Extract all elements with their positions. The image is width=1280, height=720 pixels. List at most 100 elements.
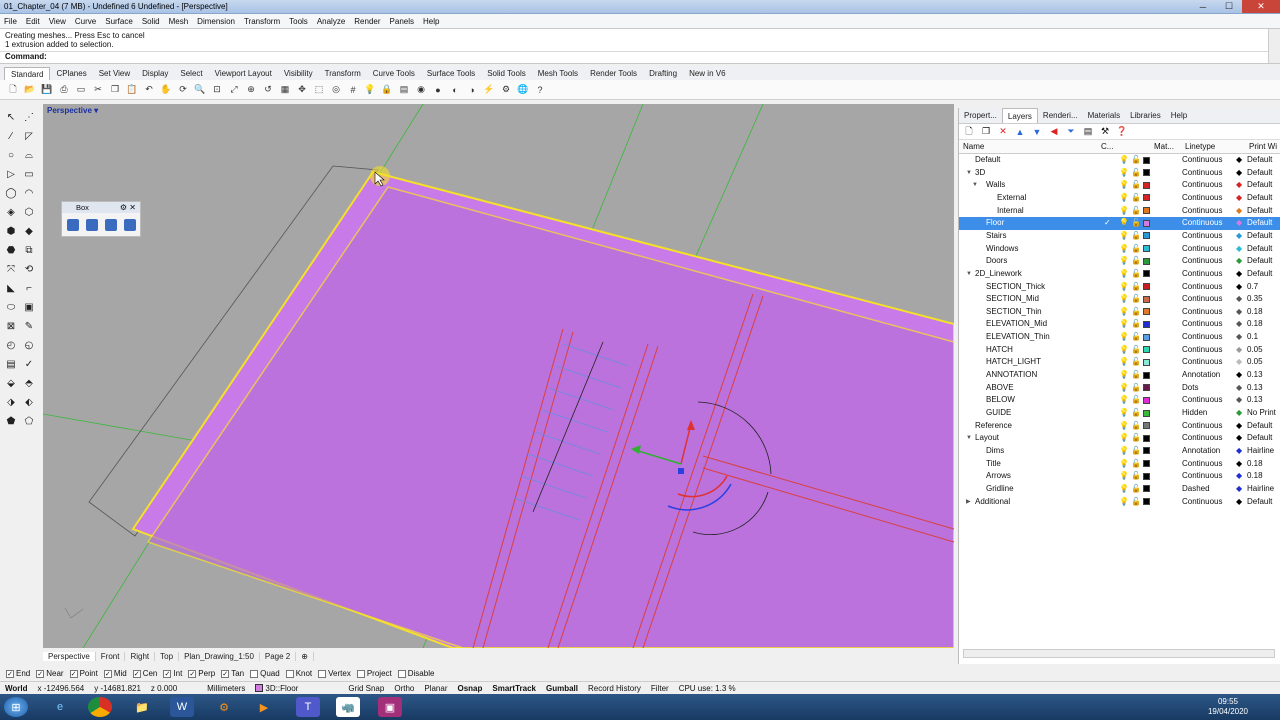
column-material[interactable]: Mat... (1154, 142, 1174, 151)
menu-item[interactable]: Dimension (197, 17, 235, 26)
bulb-icon[interactable]: 💡 (1119, 458, 1129, 471)
layer-print-width[interactable]: Default (1247, 432, 1272, 445)
unlock-icon[interactable]: 🔓 (1131, 356, 1141, 369)
print-color-icon[interactable]: ◆ (1236, 445, 1242, 458)
tool-icon[interactable]: ⬡ (22, 205, 36, 219)
undo-view-icon[interactable]: ↺ (261, 83, 275, 97)
taskbar-clock[interactable]: 09:55 19/04/2020 (1208, 697, 1248, 717)
layer-row[interactable]: Default 💡 🔓 Continuous ◆ Default (959, 154, 1280, 167)
move-to-parent-icon[interactable]: ◀ (1048, 126, 1060, 138)
move-up-icon[interactable]: ▲ (1014, 126, 1026, 138)
expand-icon[interactable]: ▼ (966, 432, 972, 445)
checkbox[interactable]: ✓ (69, 669, 78, 678)
print-color-icon[interactable]: ◆ (1236, 230, 1242, 243)
print-color-icon[interactable]: ◆ (1236, 470, 1242, 483)
bulb-icon[interactable]: 💡 (1119, 318, 1129, 331)
unlock-icon[interactable]: 🔓 (1131, 344, 1141, 357)
layer-print-width[interactable]: Default (1247, 255, 1272, 268)
bulb-icon[interactable]: 💡 (1119, 167, 1129, 180)
unlock-icon[interactable]: 🔓 (1131, 230, 1141, 243)
move-icon[interactable]: ✥ (295, 83, 309, 97)
layer-color-swatch[interactable] (1143, 270, 1150, 278)
toolbar-tab[interactable]: New in V6 (683, 67, 731, 80)
zoom-icon[interactable]: 🔍 (193, 83, 207, 97)
osnap-int[interactable]: ✓ Int (163, 669, 182, 678)
layer-row[interactable]: ELEVATION_Mid 💡 🔓 Continuous ◆ 0.18 (959, 318, 1280, 331)
layer-color-swatch[interactable] (1143, 308, 1150, 316)
add-tab-icon[interactable]: ⊕ (296, 651, 314, 661)
print-color-icon[interactable]: ◆ (1236, 496, 1242, 509)
app-icon[interactable]: ⚙ (212, 697, 236, 717)
print-color-icon[interactable]: ◆ (1236, 331, 1242, 344)
layer-linetype[interactable]: Continuous (1182, 344, 1222, 357)
layer-color-swatch[interactable] (1143, 447, 1150, 455)
lightning-icon[interactable]: ⚡ (482, 83, 496, 97)
unlock-icon[interactable]: 🔓 (1131, 192, 1141, 205)
bulb-icon[interactable]: 💡 (1119, 306, 1129, 319)
menu-item[interactable]: File (4, 17, 17, 26)
print-color-icon[interactable]: ◆ (1236, 154, 1242, 167)
print-color-icon[interactable]: ◆ (1236, 293, 1242, 306)
layer-color-swatch[interactable] (1143, 283, 1150, 290)
print-color-icon[interactable]: ◆ (1236, 407, 1242, 420)
menu-item[interactable]: Tools (289, 17, 308, 26)
layer-row[interactable]: Floor 💡 🔓 Continuous ◆ Default ✓ (959, 217, 1280, 230)
unlock-icon[interactable]: 🔓 (1131, 306, 1141, 319)
menu-item[interactable]: Help (423, 17, 439, 26)
print-color-icon[interactable]: ◆ (1236, 281, 1242, 294)
toolbar-tab[interactable]: Select (174, 67, 208, 80)
column-print-width[interactable]: Print Wi (1249, 142, 1277, 151)
osnap-knot[interactable]: Knot (285, 669, 312, 678)
layer-color-swatch[interactable] (1143, 472, 1150, 480)
osnap-quad[interactable]: Quad (250, 669, 280, 678)
bulb-icon[interactable]: 💡 (1119, 205, 1129, 218)
pan-icon[interactable]: ✋ (159, 83, 173, 97)
osnap-end[interactable]: ✓ End (6, 669, 30, 678)
bulb-icon[interactable]: 💡 (1119, 154, 1129, 167)
layer-properties-icon[interactable]: ▤ (1082, 126, 1094, 138)
menu-item[interactable]: View (49, 17, 66, 26)
layer-print-width[interactable]: Default (1247, 243, 1272, 256)
tool-icon[interactable]: ⊠ (4, 319, 18, 333)
unlock-icon[interactable]: 🔓 (1131, 432, 1141, 445)
column-current[interactable]: C... (1101, 142, 1113, 151)
ie-icon[interactable]: e (48, 697, 72, 717)
print-color-icon[interactable]: ◆ (1236, 243, 1242, 256)
checkbox[interactable]: ✓ (103, 669, 112, 678)
layer-print-width[interactable]: Default (1247, 205, 1272, 218)
layer-linetype[interactable]: Continuous (1182, 458, 1222, 471)
layer-row[interactable]: ANNOTATION 💡 🔓 Annotation ◆ 0.13 (959, 369, 1280, 382)
layer-row[interactable]: Internal 💡 🔓 Continuous ◆ Default (959, 205, 1280, 218)
checkbox[interactable]: ✓ (36, 669, 45, 678)
lock-icon[interactable]: 🔒 (380, 83, 394, 97)
print-color-icon[interactable]: ◆ (1236, 458, 1242, 471)
copy-icon[interactable]: ❐ (108, 83, 122, 97)
rhino-icon[interactable]: 🦏 (336, 697, 360, 717)
layer-row[interactable]: BELOW 💡 🔓 Continuous ◆ 0.13 (959, 394, 1280, 407)
layer-linetype[interactable]: Continuous (1182, 432, 1222, 445)
layer-linetype[interactable]: Continuous (1182, 293, 1222, 306)
menu-item[interactable]: Analyze (317, 17, 345, 26)
import-icon[interactable]: ▭ (74, 83, 88, 97)
layer-row[interactable]: Dims 💡 🔓 Annotation ◆ Hairline (959, 445, 1280, 458)
bulb-icon[interactable]: 💡 (1119, 382, 1129, 395)
tool-icon[interactable]: ▤ (4, 357, 18, 371)
print-color-icon[interactable]: ◆ (1236, 192, 1242, 205)
tool-icon[interactable]: ◠ (22, 186, 36, 200)
bulb-icon[interactable]: 💡 (1119, 483, 1129, 496)
layer-row[interactable]: Title 💡 🔓 Continuous ◆ 0.18 (959, 458, 1280, 471)
osnap-toggle[interactable]: Osnap (452, 684, 487, 693)
layer-row[interactable]: SECTION_Thin 💡 🔓 Continuous ◆ 0.18 (959, 306, 1280, 319)
layer-linetype[interactable]: Hidden (1182, 407, 1207, 420)
expand-icon[interactable]: ▶ (966, 496, 971, 509)
layer-print-width[interactable]: Hairline (1247, 445, 1274, 458)
unlock-icon[interactable]: 🔓 (1131, 281, 1141, 294)
tool-icon[interactable]: ○ (4, 148, 18, 162)
print-color-icon[interactable]: ◆ (1236, 356, 1242, 369)
box-icon[interactable] (67, 219, 79, 231)
toolbar-tab[interactable]: Render Tools (584, 67, 643, 80)
bulb-icon[interactable]: 💡 (1119, 344, 1129, 357)
menu-item[interactable]: Edit (26, 17, 40, 26)
tool-icon[interactable]: ⤧ (4, 262, 18, 276)
layer-linetype[interactable]: Continuous (1182, 217, 1222, 230)
